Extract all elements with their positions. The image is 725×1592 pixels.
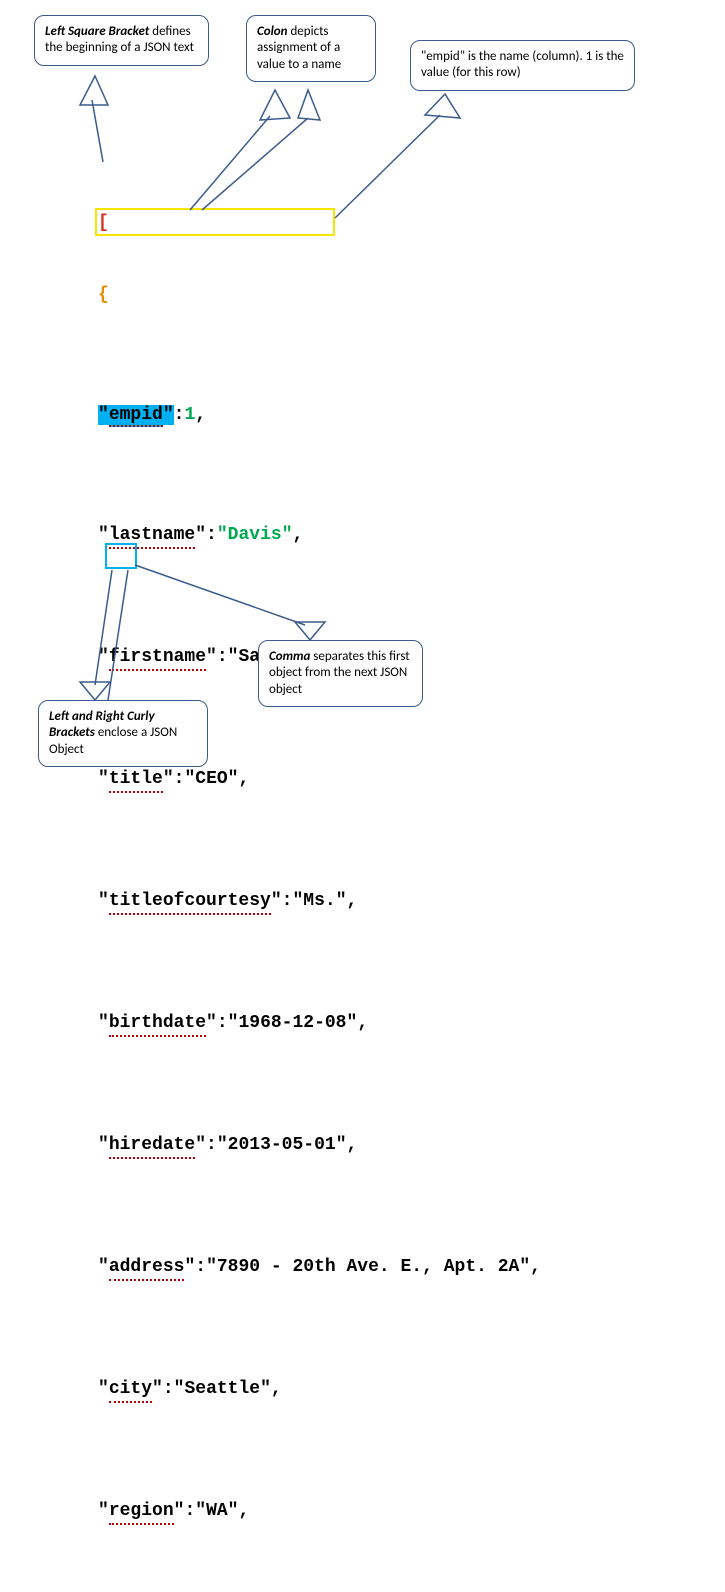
json-code: [ { "empid":1, "lastname":"Davis", "firs… xyxy=(98,163,541,1592)
pair-birthdate: "birthdate":"1968-12-08", xyxy=(98,1011,541,1037)
open-brace-line: { xyxy=(98,283,541,307)
pair-region: "region":"WA", xyxy=(98,1499,541,1525)
callout-text: Colon depicts assignment of a value to a… xyxy=(257,24,341,72)
callout-comma: Comma separates this first object from t… xyxy=(258,640,423,707)
pair-hiredate: "hiredate":"2013-05-01", xyxy=(98,1133,541,1159)
pair-address: "address":"7890 - 20th Ave. E., Apt. 2A"… xyxy=(98,1255,541,1281)
callout-text: Left and Right Curly Brackets enclose a … xyxy=(49,709,177,757)
highlight-empid-line xyxy=(95,208,335,236)
callout-text: "empid" is the name (column). 1 is the v… xyxy=(421,49,624,80)
open-curly-brace: { xyxy=(98,285,109,305)
pair-lastname: "lastname":"Davis", xyxy=(98,523,541,549)
pair-titleofcourtesy: "titleofcourtesy":"Ms.", xyxy=(98,889,541,915)
callout-curly-brackets: Left and Right Curly Brackets enclose a … xyxy=(38,700,208,767)
pair-title: "title":"CEO", xyxy=(98,767,541,793)
callout-empid: "empid" is the name (column). 1 is the v… xyxy=(410,40,635,91)
callout-text: Left Square Bracket defines the beginnin… xyxy=(45,24,194,55)
callout-left-square-bracket: Left Square Bracket defines the beginnin… xyxy=(34,15,209,66)
callout-colon: Colon depicts assignment of a value to a… xyxy=(246,15,376,82)
pair-empid: "empid":1, xyxy=(98,403,541,427)
pair-city: "city":"Seattle", xyxy=(98,1377,541,1403)
highlight-close-brace-comma xyxy=(105,543,137,569)
callout-text: Comma separates this first object from t… xyxy=(269,649,410,697)
